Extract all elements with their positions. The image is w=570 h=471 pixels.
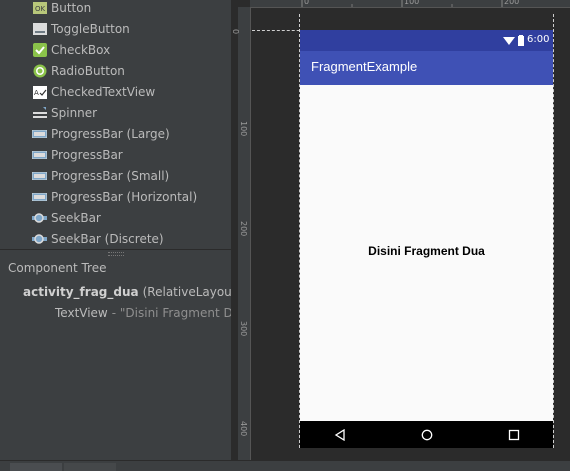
ruler-tick: 200 (504, 0, 520, 6)
back-icon[interactable] (334, 429, 346, 441)
palette-item-spinner[interactable]: Spinner (32, 103, 97, 123)
tree-node-textview-name: TextView (55, 306, 108, 320)
palette-item-label: RadioButton (51, 64, 125, 78)
device-preview[interactable]: 6:00 FragmentExample Disini Fragment Dua (300, 30, 553, 448)
wifi-icon (503, 37, 515, 45)
ruler-tick: 100 (404, 0, 420, 6)
tree-node-textview-detail: - "Disini Fragment D (111, 306, 231, 320)
palette-item-label: Spinner (51, 106, 98, 120)
progressbar-icon (32, 169, 47, 183)
status-time: 6:00 (527, 34, 550, 45)
palette-item-button[interactable]: OK Button (32, 0, 91, 18)
palette-item-label: ToggleButton (51, 22, 130, 36)
progressbar-icon (32, 148, 47, 162)
radio-button-icon (32, 64, 47, 78)
seekbar-icon (32, 232, 47, 246)
checkbox-checked-icon (32, 43, 47, 57)
progressbar-icon (32, 190, 47, 204)
component-tree-header: Component Tree (8, 261, 107, 275)
palette-item-label: CheckedTextView (51, 85, 156, 99)
palette-item-seekbar[interactable]: SeekBar (32, 208, 101, 228)
palette-item-label: SeekBar (Discrete) (51, 232, 164, 246)
palette-item-progressbar[interactable]: ProgressBar (32, 145, 123, 165)
palette-item-seekbar-discrete[interactable]: SeekBar (Discrete) (32, 229, 164, 249)
home-icon[interactable] (421, 429, 433, 441)
palette-item-label: ProgressBar (Small) (51, 169, 170, 183)
palette-item-radiobutton[interactable]: RadioButton (32, 61, 125, 81)
ruler-tick: 400 (239, 421, 248, 437)
recents-icon[interactable] (508, 429, 520, 441)
status-bar: 6:00 (300, 30, 553, 51)
palette-item-progressbar-small[interactable]: ProgressBar (Small) (32, 166, 169, 186)
spinner-icon (32, 106, 47, 120)
svg-text:OK: OK (35, 5, 46, 13)
splitter-grip-icon[interactable] (108, 252, 124, 256)
guide-line (553, 14, 554, 448)
panel-splitter[interactable] (0, 249, 231, 256)
ruler-left: 0 100 200 300 400 (231, 7, 251, 460)
palette-item-label: CheckBox (51, 43, 111, 57)
palette-item-label: SeekBar (51, 211, 101, 225)
ok-button-icon: OK (32, 1, 47, 15)
app-bar: FragmentExample (300, 51, 553, 85)
ruler-tick: 200 (239, 221, 248, 237)
palette-item-checkedtextview[interactable]: A CheckedTextView (32, 82, 155, 102)
palette-item-label: ProgressBar (51, 148, 123, 162)
ruler-tick: 0 (231, 29, 240, 35)
tree-node-root-name: activity_frag_dua (23, 285, 139, 299)
palette-item-label: ProgressBar (Horizontal) (51, 190, 198, 204)
toggle-button-icon (32, 22, 47, 36)
palette-item-progressbar-large[interactable]: ProgressBar (Large) (32, 124, 170, 144)
svg-text:A: A (34, 89, 39, 97)
fragment-textview[interactable]: Disini Fragment Dua (300, 244, 553, 258)
palette-item-label: ProgressBar (Large) (51, 127, 170, 141)
ruler-tick: 300 (239, 321, 248, 337)
palette-item-togglebutton[interactable]: ToggleButton (32, 19, 130, 39)
progressbar-icon (32, 127, 47, 141)
palette-item-label: Button (51, 1, 92, 15)
palette-item-progressbar-horizontal[interactable]: ProgressBar (Horizontal) (32, 187, 197, 207)
bottom-toolbar (0, 460, 570, 471)
tree-node-root-type: (RelativeLayout (142, 285, 231, 299)
ruler-tick: 0 (304, 0, 310, 6)
palette-item-checkbox[interactable]: CheckBox (32, 40, 110, 60)
seekbar-icon (32, 211, 47, 225)
ruler-top: 0 100 200 (250, 0, 570, 8)
app-title: FragmentExample (311, 59, 418, 74)
tree-node-root[interactable]: activity_frag_dua (RelativeLayout (12, 283, 231, 301)
left-panel: OK Button ToggleButton CheckBox RadioBut… (0, 0, 232, 470)
navigation-bar (300, 421, 553, 448)
ruler-tick: 100 (239, 121, 248, 137)
battery-icon (518, 35, 524, 46)
tree-node-textview[interactable]: Ab TextView - "Disini Fragment D (52, 304, 231, 322)
checked-text-view-icon: A (32, 85, 47, 99)
